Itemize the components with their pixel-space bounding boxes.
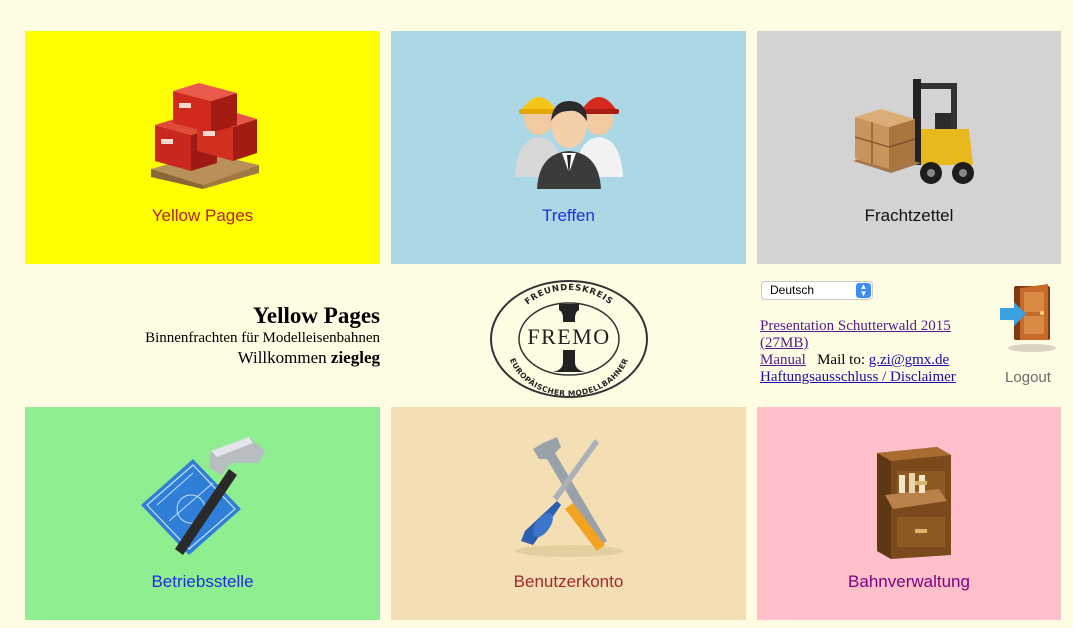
- logo-center-text: FREMO: [527, 324, 610, 349]
- forklift-icon: [853, 79, 974, 184]
- disclaimer-link[interactable]: Haftungsausschluss / Disclaimer: [760, 369, 956, 385]
- door-exit-icon: [1000, 284, 1056, 352]
- site-header: Yellow Pages Binnenfrachten für Modellei…: [100, 303, 380, 369]
- people-icon: [514, 97, 623, 189]
- tile-frachtzettel[interactable]: Frachtzettel: [757, 31, 1061, 264]
- tile-yellow-pages[interactable]: Yellow Pages: [25, 31, 380, 264]
- tile-label: Bahnverwaltung: [848, 572, 970, 591]
- tile-label: Benutzerkonto: [513, 572, 624, 591]
- logout-label: Logout: [1005, 369, 1051, 386]
- tile-treffen[interactable]: Treffen: [391, 31, 746, 264]
- logout-button[interactable]: Logout: [993, 282, 1063, 392]
- tile-label: Treffen: [542, 206, 595, 225]
- file-cabinet-icon: [877, 447, 951, 559]
- tools-icon: [514, 437, 623, 557]
- tile-label: Frachtzettel: [864, 206, 954, 225]
- boxes-on-pallet-icon: [150, 83, 259, 189]
- welcome-message: Willkommen ziegleg: [100, 347, 380, 369]
- manual-link[interactable]: Manual: [760, 352, 806, 368]
- tile-label: Yellow Pages: [151, 206, 254, 225]
- presentation-link[interactable]: Presentation Schutterwald 2015 (27MB): [760, 318, 951, 351]
- mail-prefix: Mail to:: [817, 352, 865, 368]
- tile-betriebsstelle[interactable]: Betriebsstelle: [25, 407, 380, 620]
- fremo-logo: FREUNDESKREIS EUROPÄISCHER MODELLBAHNER …: [490, 280, 648, 398]
- tile-benutzerkonto[interactable]: Benutzerkonto: [391, 407, 746, 620]
- tile-label: Betriebsstelle: [151, 572, 254, 591]
- hammer-blueprint-icon: [140, 437, 265, 555]
- tile-bahnverwaltung[interactable]: Bahnverwaltung: [757, 407, 1061, 620]
- mail-link[interactable]: g.zi@gmx.de: [869, 352, 949, 368]
- page-title: Yellow Pages: [252, 303, 380, 328]
- language-selected: Deutsch: [770, 283, 815, 297]
- language-select[interactable]: Deutsch ▲ ▼: [761, 281, 873, 300]
- info-links: Presentation Schutterwald 2015 (27MB) Ma…: [760, 318, 1000, 386]
- welcome-prefix: Willkommen: [237, 348, 327, 367]
- chevron-updown-icon: ▲ ▼: [856, 283, 871, 298]
- page-subtitle: Binnenfrachten für Modelleisenbahnen: [145, 330, 380, 346]
- username: ziegleg: [330, 348, 380, 367]
